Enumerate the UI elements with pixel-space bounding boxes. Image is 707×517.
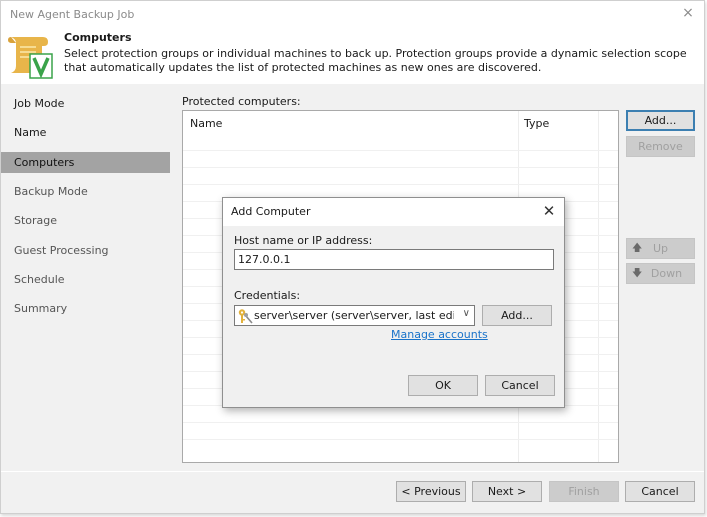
credentials-selected-value: server\server (server\server, last edite… <box>254 309 454 322</box>
remove-button[interactable]: Remove <box>626 136 695 157</box>
step-title: Computers <box>64 31 132 44</box>
manage-accounts-link[interactable]: Manage accounts <box>391 328 488 341</box>
chevron-down-icon: ∨ <box>462 308 470 319</box>
column-header-type[interactable]: Type <box>524 117 549 130</box>
ok-button[interactable]: OK <box>408 375 478 396</box>
finish-button[interactable]: Finish <box>549 481 619 502</box>
sidebar-item-backup-mode: Backup Mode <box>14 185 88 198</box>
step-description: Select protection groups or individual m… <box>64 47 687 74</box>
footer-divider <box>1 471 704 472</box>
host-input[interactable] <box>234 249 554 270</box>
wizard-header: Computers Select protection groups or in… <box>1 28 704 84</box>
window-title: New Agent Backup Job <box>10 8 135 21</box>
row-divider <box>183 422 618 423</box>
next-button[interactable]: Next > <box>472 481 542 502</box>
add-computer-dialog: Add Computer ✕ Host name or IP address: … <box>222 197 565 408</box>
key-icon <box>237 308 253 324</box>
arrow-down-icon: 🡇 <box>632 268 643 279</box>
cancel-button[interactable]: Cancel <box>625 481 695 502</box>
add-computer-button[interactable]: Add... <box>626 110 695 131</box>
row-divider <box>183 439 618 440</box>
move-up-label: Up <box>652 242 669 255</box>
row-divider <box>183 184 618 185</box>
title-bar: New Agent Backup Job × <box>1 1 704 28</box>
sidebar-item-storage: Storage <box>14 214 58 227</box>
row-divider <box>183 167 618 168</box>
column-header-name[interactable]: Name <box>190 117 222 130</box>
add-credentials-button[interactable]: Add... <box>482 305 552 326</box>
sidebar-item-guest-processing: Guest Processing <box>14 244 109 257</box>
dialog-cancel-button[interactable]: Cancel <box>485 375 555 396</box>
sidebar-item-summary: Summary <box>14 302 68 315</box>
credentials-label: Credentials: <box>234 289 301 302</box>
sidebar-item-computers[interactable]: Computers <box>1 152 170 173</box>
sidebar-item-schedule: Schedule <box>14 273 65 286</box>
close-icon[interactable]: × <box>680 5 696 21</box>
credentials-dropdown[interactable]: server\server (server\server, last edite… <box>234 305 475 326</box>
arrow-up-icon: 🡅 <box>632 243 643 254</box>
move-down-button[interactable]: 🡇 Down <box>626 263 695 284</box>
move-down-label: Down <box>650 267 683 280</box>
dialog-title: Add Computer <box>231 205 311 218</box>
dialog-title-bar: Add Computer ✕ <box>223 198 564 226</box>
protected-computers-label: Protected computers: <box>182 95 301 108</box>
wizard-steps-sidebar: Job Mode Name Computers Backup Mode Stor… <box>1 84 170 464</box>
move-up-button[interactable]: 🡅 Up <box>626 238 695 259</box>
dialog-close-icon[interactable]: ✕ <box>540 202 558 220</box>
sidebar-item-job-mode[interactable]: Job Mode <box>1 93 170 114</box>
previous-button[interactable]: < Previous <box>396 481 466 502</box>
sidebar-item-name[interactable]: Name <box>1 122 170 143</box>
scroll-check-icon <box>7 35 55 79</box>
row-divider <box>183 150 618 151</box>
host-label: Host name or IP address: <box>234 234 373 247</box>
